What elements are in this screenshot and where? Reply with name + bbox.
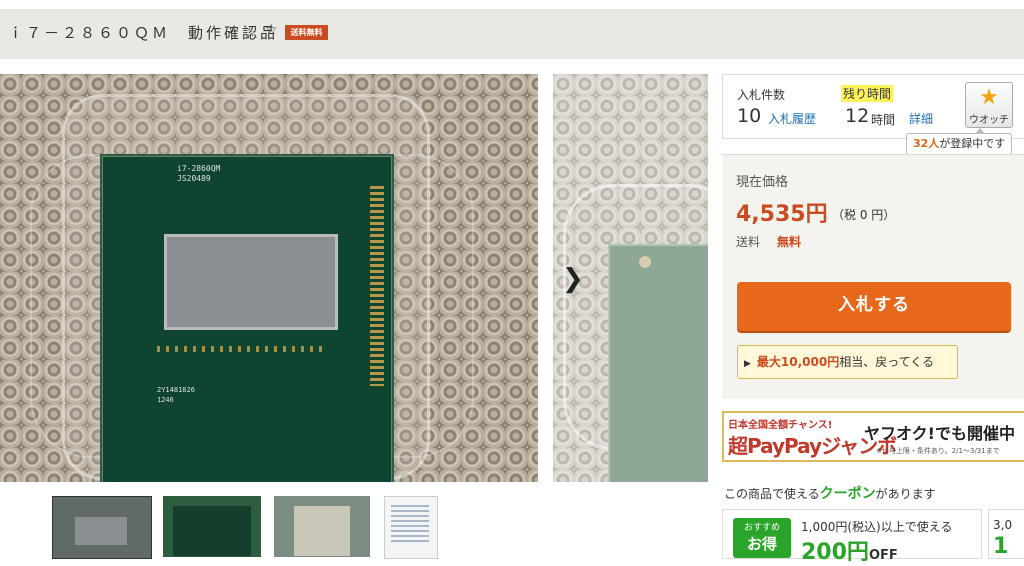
cpu-label: i7-2860QM [177, 164, 221, 173]
cpu-package: i7-2860QM JS20489 2Y1481826 1246 [100, 154, 394, 482]
reward-link[interactable]: ▶ 最大10,000円相当、戻ってくる [737, 345, 958, 379]
detail-link[interactable]: 詳細 [909, 110, 933, 127]
coupon-off: OFF [868, 548, 898, 563]
thumbnail-image [75, 517, 127, 545]
thumbnail-3[interactable] [274, 496, 370, 557]
thumbnail-4[interactable] [384, 496, 438, 559]
cpu-label: 1246 [157, 396, 174, 404]
thumbnail-image [391, 505, 429, 545]
coupon-condition: 1,000円(税込)以上で使える [801, 520, 953, 534]
coupon-badge-big: お得 [746, 535, 777, 553]
remaining-time-label: 残り時間 [841, 85, 894, 102]
star-icon: ★ [979, 85, 999, 110]
shipping-label: 送料 [736, 235, 761, 249]
cpu-label: 2Y1481826 [157, 386, 195, 394]
cpu-pins [370, 186, 384, 386]
favorite-star-icon[interactable]: ☆ [265, 22, 278, 38]
watch-count: 32人 [913, 137, 940, 150]
watch-count-tooltip: 32人が登録中です [906, 128, 1013, 155]
triangle-right-icon: ▶ [744, 359, 751, 369]
cpu-board [608, 244, 708, 482]
coupon-2-condition: 3,0 [993, 518, 1013, 532]
reward-text: 相当、戻ってくる [839, 355, 935, 369]
watch-tooltip-text: が登録中です [939, 137, 1006, 150]
watch-label: ウオッチ [969, 115, 1009, 126]
coupon-heading-post: があります [875, 487, 936, 501]
cpu-label: JS20489 [177, 174, 211, 183]
banner-right-2: ※付与上限・条件あり。2/1～3/31まで [876, 447, 1000, 455]
coupon-card-2[interactable]: 3,0 1 [988, 509, 1024, 559]
free-shipping-badge: 送料無料 [285, 25, 328, 40]
bid-history-link[interactable]: 入札履歴 [768, 110, 816, 127]
banner-line-1: 日本全国全額チャンス! [728, 420, 833, 431]
coupon-card[interactable]: おすすめ お得 1,000円(税込)以上で使える 200円OFF [722, 509, 982, 565]
remaining-time-unit: 時間 [871, 113, 896, 127]
shipping-value: 無料 [777, 235, 802, 249]
coupon-heading: この商品で使えるクーポンがあります [724, 483, 936, 503]
bid-count: 10 [737, 105, 762, 127]
paypay-jumbo-banner[interactable]: 日本全国全額チャンス! 超PayPayジャンボ ヤフオク!でも開催中 ※付与上限… [722, 411, 1024, 462]
remaining-time-value: 12 [845, 105, 870, 127]
tax-amount: （税 0 円） [832, 208, 896, 222]
bid-count-label: 入札件数 [737, 88, 786, 102]
thumbnail-image [173, 506, 251, 556]
coupon-badge: おすすめ お得 [733, 518, 791, 558]
coupon-heading-em: クーポン [819, 486, 876, 502]
coupon-2-amount: 1 [993, 534, 1009, 559]
thumbnail-1[interactable] [52, 496, 152, 559]
coupon-heading-pre: この商品で使える [724, 487, 820, 501]
main-product-photo[interactable]: i7-2860QM JS20489 2Y1481826 1246 [0, 74, 538, 482]
banner-right-1: ヤフオク!でも開催中 [864, 424, 1015, 443]
page-title: ｉ７－２８６０ＱＭ 動作確認品 [8, 24, 279, 42]
thumbnail-2[interactable] [163, 496, 261, 557]
coupon-amount: 200円OFF [801, 534, 898, 566]
reward-amount: 最大10,000円 [756, 355, 840, 369]
cpu-contacts [157, 346, 327, 352]
coupon-amount-value: 200円 [801, 540, 869, 565]
current-price-label: 現在価格 [736, 175, 789, 190]
current-price: 4,535円 [736, 202, 828, 227]
cpu-marker [639, 256, 651, 268]
coupon-badge-small: おすすめ [743, 523, 780, 533]
cpu-die [164, 234, 338, 330]
thumbnail-image [294, 506, 350, 556]
next-photo-arrow-icon[interactable]: ❯ [562, 259, 592, 299]
bid-button[interactable]: 入札する [737, 282, 1011, 333]
watch-button[interactable]: ★ ウオッチ [965, 82, 1013, 128]
